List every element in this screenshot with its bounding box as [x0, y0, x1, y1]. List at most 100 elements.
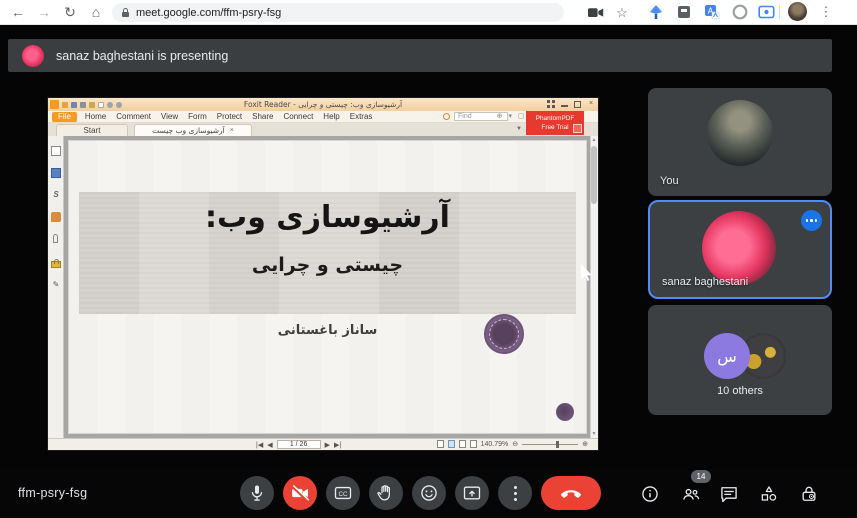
menu-protect[interactable]: Protect	[217, 112, 242, 121]
view-facing-icon[interactable]	[459, 440, 466, 448]
google-meet-screen: ← → ↻ ⌂ meet.google.com/ffm-psry-fsg ☆ A…	[0, 0, 857, 518]
foxit-menubar: File Home Comment View Form Protect Shar…	[48, 111, 598, 123]
tile-options-button[interactable]	[801, 210, 822, 231]
mic-button[interactable]	[240, 476, 274, 510]
view-facing-continuous-icon[interactable]	[470, 440, 477, 448]
meeting-details-button[interactable]	[640, 484, 660, 504]
view-single-icon[interactable]	[437, 440, 444, 448]
tab-camera-indicator-icon	[588, 6, 604, 22]
host-lock-icon	[799, 484, 819, 504]
end-call-button[interactable]	[541, 476, 601, 510]
foxit-upgrade-promo-button[interactable]: PhantomPDF Free Trial	[526, 111, 584, 135]
zoom-slider[interactable]	[522, 444, 578, 445]
forward-icon[interactable]: →	[34, 1, 54, 23]
toolbar-divider	[779, 5, 780, 19]
bookmark-star-icon[interactable]: ☆	[612, 2, 632, 24]
extension-adblock-icon[interactable]	[732, 4, 748, 20]
stamps-panel-icon[interactable]: ✎	[51, 280, 61, 290]
first-page-icon[interactable]: |◀	[256, 441, 263, 449]
call-bottom-bar: ffm-psry-fsg CC	[0, 470, 857, 518]
participant-tile-sanaz[interactable]: sanaz baghestani	[648, 200, 832, 299]
raise-hand-button[interactable]	[369, 476, 403, 510]
host-controls-button[interactable]	[799, 484, 819, 504]
extension-download-icon[interactable]	[648, 4, 664, 20]
browser-profile-avatar[interactable]	[788, 2, 807, 21]
menu-view[interactable]: View	[161, 112, 178, 121]
presenting-banner-text: sanaz baghestani is presenting	[56, 49, 228, 63]
presenting-banner: sanaz baghestani is presenting	[8, 39, 832, 72]
home-icon[interactable]: ⌂	[86, 1, 106, 23]
menu-comment[interactable]: Comment	[116, 112, 151, 121]
scroll-down-icon[interactable]: ▼	[591, 431, 597, 437]
menu-connect[interactable]: Connect	[284, 112, 314, 121]
menu-share[interactable]: Share	[252, 112, 273, 121]
emoji-icon	[419, 483, 439, 503]
call-controls: CC	[240, 476, 601, 510]
menu-home[interactable]: Home	[85, 112, 106, 121]
more-options-button[interactable]	[498, 476, 532, 510]
scrollbar-thumb[interactable]	[591, 146, 597, 204]
sanaz-label: sanaz baghestani	[662, 276, 748, 288]
foxit-statusbar: |◀ ◀ 1 / 26 ▶ ▶| 140.79% ⊖ ⊕	[48, 438, 598, 450]
shared-screen-foxit-reader: آرشیوسازی وب: چیستی و چرایی - Foxit Read…	[48, 98, 598, 450]
info-icon	[640, 484, 660, 504]
zoom-in-icon[interactable]: ⊕	[582, 440, 588, 448]
menu-form[interactable]: Form	[188, 112, 207, 121]
tab-document[interactable]: آرشیوسازی وب چیست ×	[134, 124, 252, 136]
layout-grid-icon[interactable]	[547, 100, 555, 108]
last-page-icon[interactable]: ▶|	[334, 441, 341, 449]
tab-document-label: آرشیوسازی وب چیست	[152, 125, 225, 137]
foxit-titlebar: آرشیوسازی وب: چیستی و چرایی - Foxit Read…	[48, 98, 598, 111]
slide-title-banner: آرشیوسازی وب: چیستی و چرایی	[79, 192, 576, 314]
extension-pip-icon[interactable]	[758, 4, 774, 20]
signature-panel-icon[interactable]: S	[51, 190, 61, 200]
participant-tile-others[interactable]: س 10 others	[648, 305, 832, 415]
zoom-slider-thumb[interactable]	[556, 441, 559, 448]
tab-start[interactable]: Start	[56, 124, 128, 136]
present-icon	[462, 483, 482, 503]
promo-line1: PhantomPDF	[528, 114, 581, 122]
attachments-panel-icon[interactable]	[53, 234, 58, 243]
url-text[interactable]: meet.google.com/ffm-psry-fsg	[136, 7, 281, 19]
prev-page-icon[interactable]: ◀	[267, 441, 272, 449]
find-magnifier-icon	[443, 113, 450, 120]
comments-panel-icon[interactable]	[51, 212, 61, 222]
zoom-out-icon[interactable]: ⊖	[512, 440, 518, 448]
scroll-up-icon[interactable]: ▲	[591, 137, 597, 143]
captions-button[interactable]: CC	[326, 476, 360, 510]
chat-button[interactable]	[719, 484, 739, 504]
close-icon[interactable]: ×	[587, 100, 595, 108]
show-people-button[interactable]	[680, 484, 700, 504]
menu-file[interactable]: File	[52, 112, 77, 122]
extension-translate-icon[interactable]: A	[704, 4, 720, 20]
toolbar-dropdown-icon[interactable]: ▼	[516, 126, 522, 132]
present-button[interactable]	[455, 476, 489, 510]
menu-help[interactable]: Help	[323, 112, 339, 121]
bookmark-panel-icon[interactable]	[51, 146, 61, 156]
view-continuous-icon[interactable]	[448, 440, 455, 448]
extension-gray-icon[interactable]	[676, 4, 692, 20]
foxit-window-title: آرشیوسازی وب: چیستی و چرایی - Foxit Read…	[48, 100, 598, 109]
participant-count-badge: 14	[691, 470, 711, 483]
menu-extras[interactable]: Extras	[350, 112, 373, 121]
reactions-button[interactable]	[412, 476, 446, 510]
restore-icon[interactable]	[574, 101, 581, 108]
page-number-box[interactable]: 1 / 26	[277, 440, 321, 449]
refresh-icon[interactable]: ↻	[60, 1, 80, 23]
security-panel-icon[interactable]	[51, 261, 61, 268]
camera-off-button[interactable]	[283, 476, 317, 510]
pages-panel-icon[interactable]	[51, 168, 61, 178]
next-page-icon[interactable]: ▶	[325, 441, 330, 449]
sanaz-avatar	[702, 211, 776, 285]
vertical-scrollbar[interactable]: ▲ ▼	[590, 136, 598, 438]
address-bar[interactable]: meet.google.com/ffm-psry-fsg	[112, 3, 564, 22]
mic-icon	[247, 483, 267, 503]
participant-tile-you[interactable]: You	[648, 88, 832, 196]
minimize-icon[interactable]	[561, 101, 568, 107]
presenter-avatar	[22, 45, 44, 67]
activities-button[interactable]	[759, 484, 779, 504]
browser-menu-icon[interactable]: ⋮	[816, 1, 836, 23]
tab-close-icon[interactable]: ×	[230, 125, 234, 137]
slide-logo-stamp	[484, 314, 524, 354]
back-icon[interactable]: ←	[8, 1, 28, 23]
